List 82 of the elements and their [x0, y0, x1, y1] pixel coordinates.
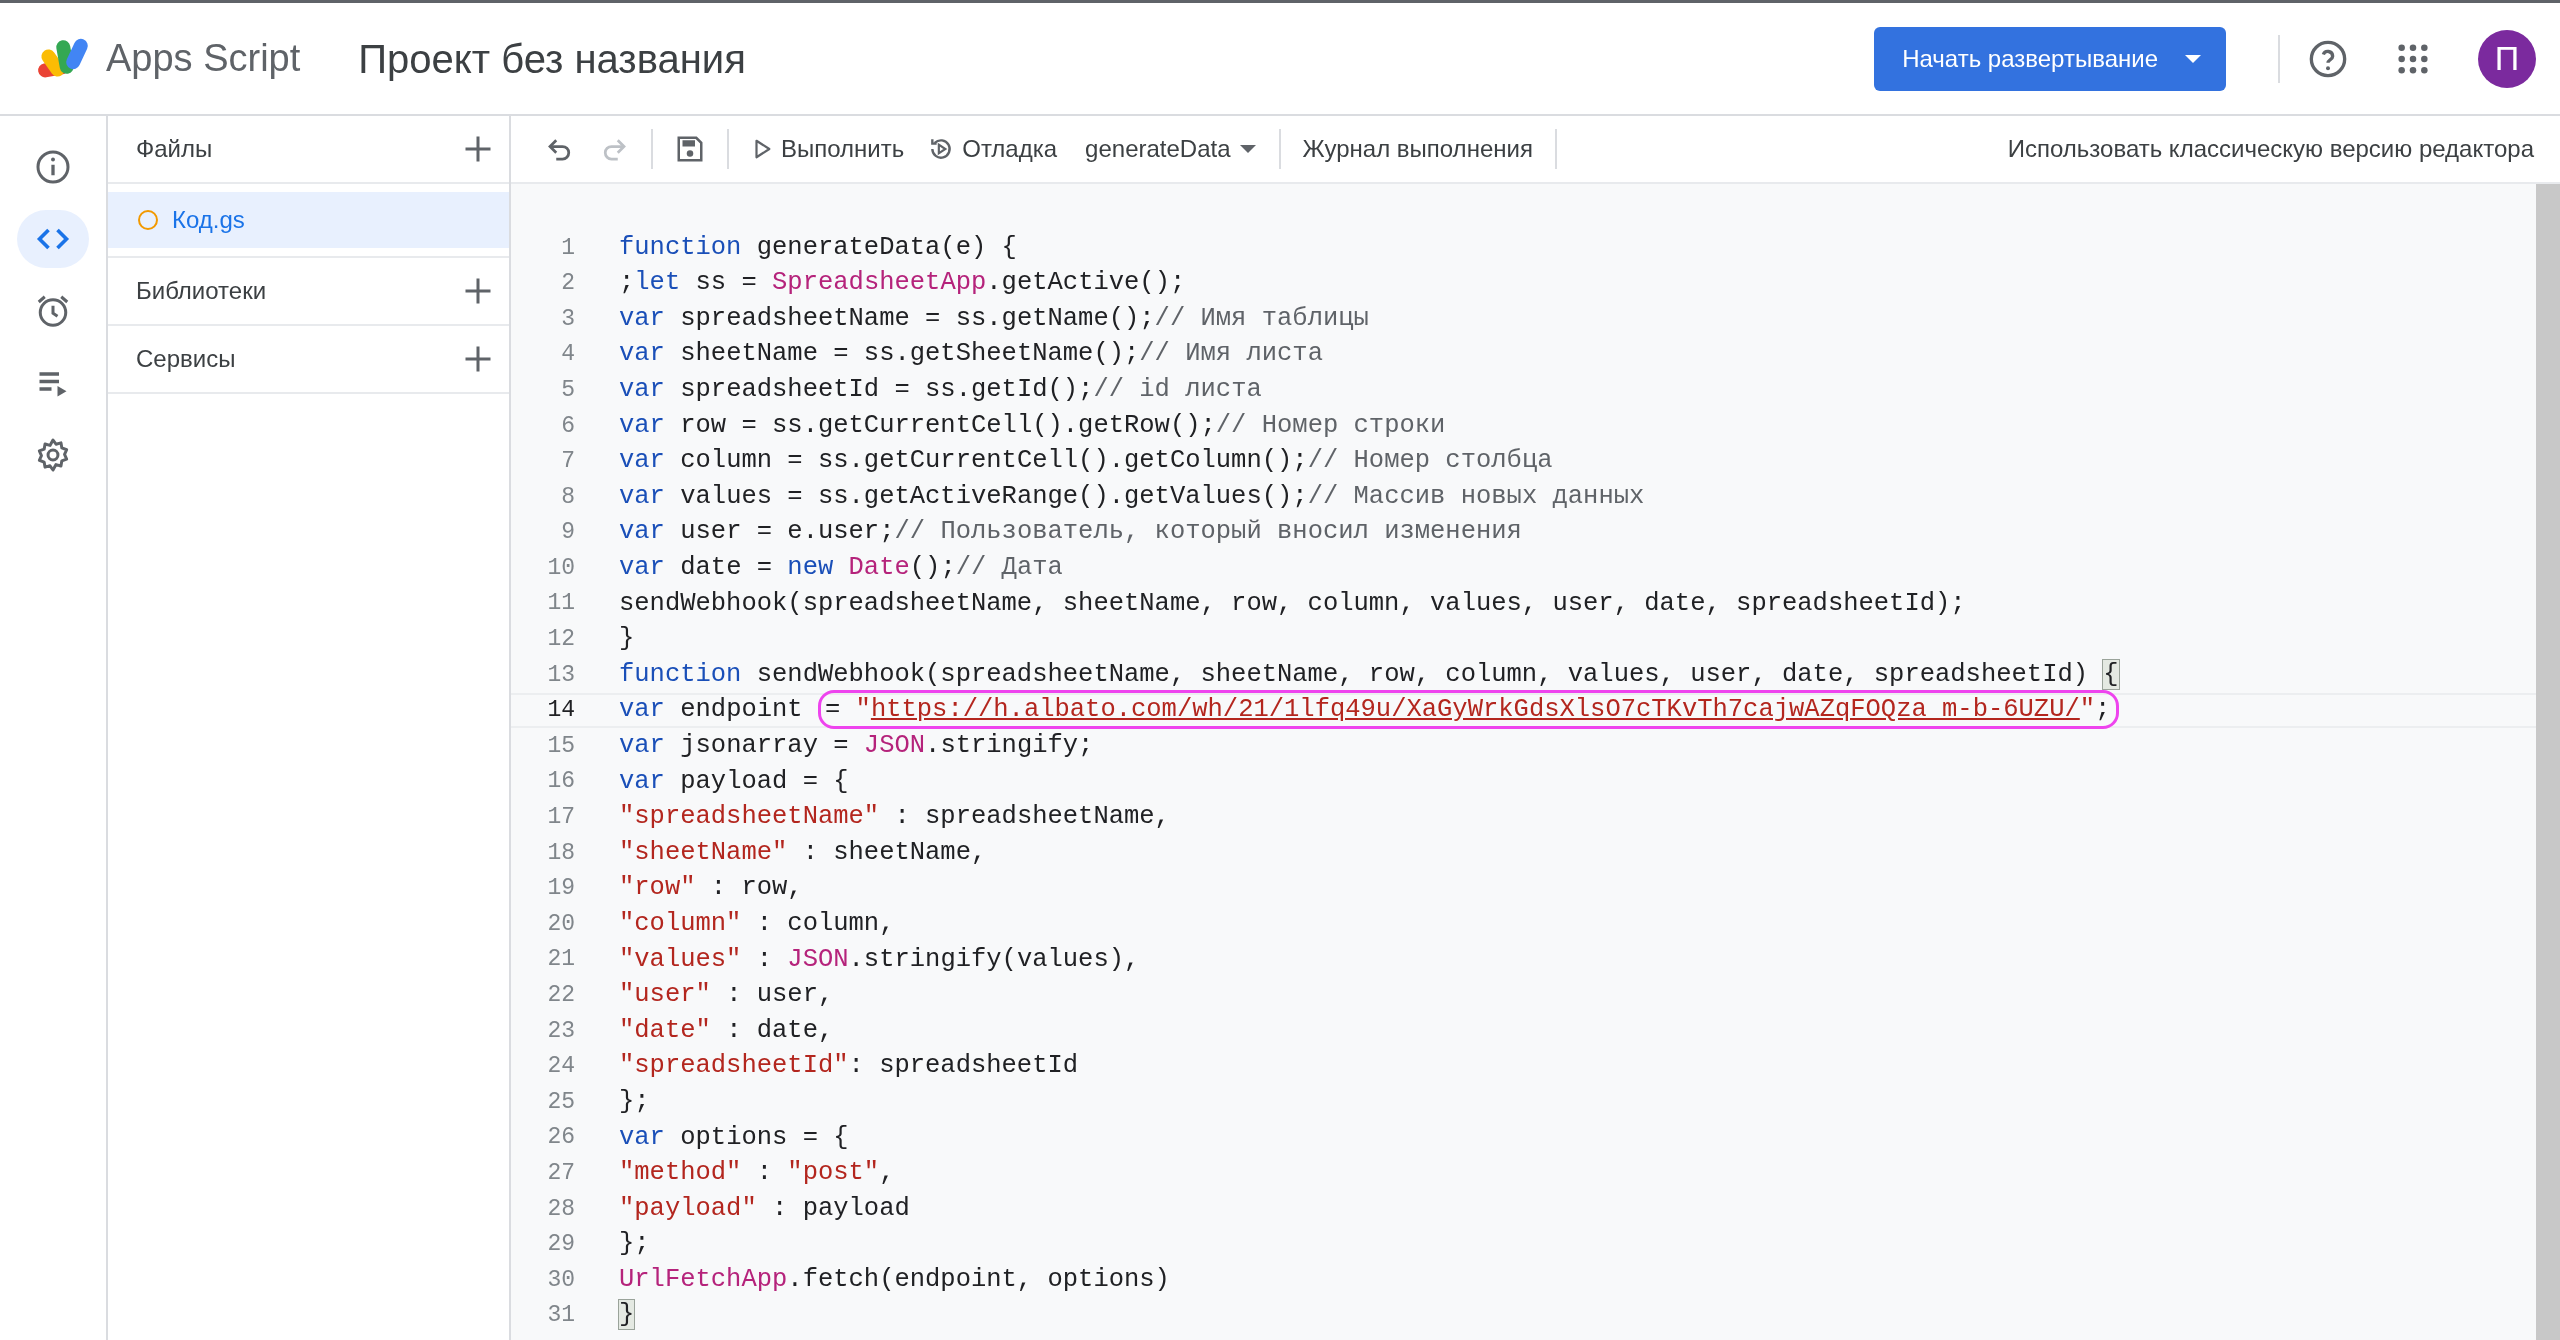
- line-number: 8: [560, 482, 575, 512]
- code-line: };: [619, 1085, 650, 1118]
- code-line: "values" : JSON.stringify(values),: [619, 943, 1140, 976]
- code-line: function generateData(e) {: [619, 231, 1017, 264]
- line-number: 2: [560, 269, 575, 299]
- project-title[interactable]: Проект без названия: [358, 28, 746, 89]
- line-number: 12: [546, 625, 575, 655]
- line-number: 22: [546, 981, 575, 1010]
- section-title: Библиотеки: [136, 276, 267, 306]
- code-line: ;let ss = SpreadsheetApp.getActive();: [619, 267, 1186, 300]
- section-title: Сервисы: [136, 344, 236, 374]
- line-number: 7: [560, 447, 575, 477]
- line-number: 9: [560, 518, 575, 548]
- line-number: 15: [546, 731, 575, 761]
- line-number: 11: [546, 589, 575, 619]
- apps-grid-icon[interactable]: [2396, 41, 2430, 76]
- line-number: 25: [546, 1087, 575, 1117]
- execution-log-button[interactable]: Журнал выполнения: [1290, 127, 1545, 171]
- caret-icon: [1238, 144, 1257, 154]
- code-line: "column" : column,: [619, 907, 895, 940]
- line-number: 20: [546, 909, 575, 939]
- code-line: var user = e.user;// Пользователь, который вносил изменения: [619, 516, 1522, 549]
- line-number: 3: [560, 304, 575, 334]
- code-line: "date" : date,: [619, 1014, 834, 1047]
- code-line: var values = ss.getActiveRange().getValues();// Массив новых данных: [619, 480, 1645, 513]
- section-title: Файлы: [136, 134, 213, 164]
- code-line: "payload" : payload: [619, 1192, 910, 1225]
- line-number: 31: [546, 1301, 575, 1331]
- code-line: var row = ss.getCurrentCell().getRow();// Номер строки: [619, 409, 1446, 442]
- line-number: 28: [546, 1194, 575, 1224]
- line-number: 29: [546, 1230, 575, 1260]
- line-number: 5: [560, 375, 575, 405]
- code-line: var endpoint = "https://h.albato.com/wh/21/1lfq49u/XaGyWrkGdsXlsO7cTKvTh7cajwAZqFOQza_m-b-6UZU/";: [619, 691, 2120, 730]
- line-number: 19: [546, 874, 575, 904]
- scrollbar[interactable]: [2536, 184, 2560, 1340]
- code-line: var jsonarray = JSON.stringify;: [619, 730, 1094, 762]
- line-number: 16: [546, 767, 575, 797]
- app-name: Apps Script: [106, 36, 301, 81]
- code-line: "sheetName" : sheetName,: [619, 836, 987, 869]
- code-line: sendWebhook(spreadsheetName, sheetName, row, column, values, user, date, spreadsheetId);: [619, 587, 1966, 620]
- code-line: "spreadsheetId": spreadsheetId: [619, 1050, 1079, 1083]
- line-number: 30: [546, 1265, 575, 1295]
- line-number: 13: [546, 660, 575, 690]
- file-item[interactable]: Код.gs: [108, 192, 509, 248]
- code-line: "method" : "post",: [619, 1157, 895, 1190]
- add-icon[interactable]: [463, 344, 493, 374]
- line-number: 18: [546, 838, 575, 868]
- function-dropdown[interactable]: generateData: [1073, 127, 1269, 171]
- user-avatar[interactable]: П: [2478, 29, 2536, 88]
- code-line: var date = new Date();// Дата: [619, 552, 1063, 584]
- code-line: UrlFetchApp.fetch(endpoint, options): [619, 1263, 1170, 1296]
- line-number: 24: [546, 1052, 575, 1082]
- line-number: 10: [546, 553, 575, 583]
- line-number: 6: [560, 411, 575, 441]
- run-button[interactable]: Выполнить: [739, 127, 917, 171]
- code-line: function sendWebhook(spreadsheetName, sheetName, row, column, values, user, date, spreadsheetId) {: [619, 658, 2119, 691]
- code-line: var column = ss.getCurrentCell().getColumn();// Номер столбца: [619, 445, 1553, 478]
- code-line: var spreadsheetName = ss.getName();// Имя таблицы: [619, 302, 1369, 335]
- line-number: 4: [560, 340, 575, 370]
- code-line: "spreadsheetName" : spreadsheetName,: [619, 801, 1170, 834]
- line-number: 14: [546, 696, 575, 726]
- code-line: var options = {: [619, 1121, 849, 1154]
- code-line: "row" : row,: [619, 872, 803, 905]
- add-icon[interactable]: [463, 276, 493, 306]
- line-number: 17: [546, 803, 575, 833]
- add-icon[interactable]: [463, 134, 493, 164]
- code-line: };: [619, 1228, 650, 1261]
- debug-button[interactable]: Отладка: [916, 127, 1070, 171]
- code-line: var payload = {: [619, 765, 849, 798]
- help-icon[interactable]: [2308, 38, 2348, 79]
- line-number: 23: [546, 1016, 575, 1046]
- deploy-button[interactable]: Начать развертывание: [1874, 26, 2226, 91]
- line-number: 27: [546, 1159, 575, 1188]
- code-line: var sheetName = ss.getSheetName();// Имя листа: [619, 338, 1323, 371]
- classic-editor-link[interactable]: Использовать классическую версию редактора: [1995, 127, 2546, 171]
- code-line: }: [619, 623, 635, 656]
- code-line: var spreadsheetId = ss.getId();// id листа: [619, 374, 1262, 407]
- caret-icon: [2184, 53, 2202, 64]
- code-line: "user" : user,: [619, 979, 834, 1012]
- line-number: 26: [546, 1123, 575, 1153]
- line-number: 21: [546, 945, 575, 975]
- line-number: 1: [560, 233, 575, 263]
